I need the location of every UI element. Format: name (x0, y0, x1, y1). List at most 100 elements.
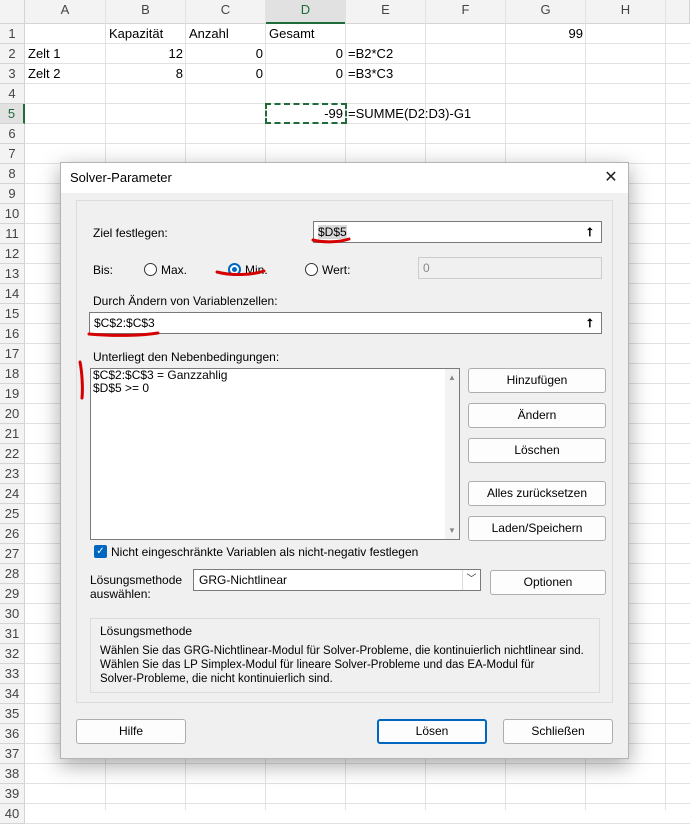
row-header-26[interactable]: 26 (0, 524, 25, 544)
change-button[interactable]: Ändern (468, 403, 606, 428)
row-header-6[interactable]: 6 (0, 124, 25, 144)
nonneg-label[interactable]: Nicht eingeschränkte Variablen als nicht… (111, 544, 418, 560)
cell-d3[interactable]: 0 (266, 64, 346, 84)
row-header-24[interactable]: 24 (0, 484, 25, 504)
solve-button[interactable]: Lösen (377, 719, 487, 744)
dialog-titlebar[interactable]: Solver-Parameter ✕ (61, 163, 628, 193)
cell-c2[interactable]: 0 (186, 44, 266, 64)
row-header-16[interactable]: 16 (0, 324, 25, 344)
row-header-30[interactable]: 30 (0, 604, 25, 624)
row-header-22[interactable]: 22 (0, 444, 25, 464)
close-icon[interactable]: ✕ (602, 169, 620, 187)
column-header-f[interactable]: F (426, 0, 506, 24)
row-header-37[interactable]: 37 (0, 744, 25, 764)
column-header-i[interactable] (666, 0, 690, 24)
load-save-button[interactable]: Laden/Speichern (468, 516, 606, 541)
cell-c1[interactable]: Anzahl (186, 24, 232, 44)
close-button[interactable]: Schließen (503, 719, 613, 744)
row-header-12[interactable]: 12 (0, 244, 25, 264)
column-header-d[interactable]: D (266, 0, 346, 24)
row-header-14[interactable]: 14 (0, 284, 25, 304)
column-header-b[interactable]: B (106, 0, 186, 24)
cell-d1[interactable]: Gesamt (266, 24, 318, 44)
column-header-h[interactable]: H (586, 0, 666, 24)
cell-b1[interactable]: Kapazität (106, 24, 166, 44)
row-header-13[interactable]: 13 (0, 264, 25, 284)
radio-value[interactable] (305, 263, 318, 276)
row-header-15[interactable]: 15 (0, 304, 25, 324)
row-header-18[interactable]: 18 (0, 364, 25, 384)
delete-button[interactable]: Löschen (468, 438, 606, 463)
row-header-34[interactable]: 34 (0, 684, 25, 704)
constraints-scrollbar[interactable]: ▲ ▼ (445, 369, 459, 539)
row-header-9[interactable]: 9 (0, 184, 25, 204)
row-header-35[interactable]: 35 (0, 704, 25, 724)
cell-b3[interactable]: 8 (106, 64, 186, 84)
reset-all-button[interactable]: Alles zurücksetzen (468, 481, 606, 506)
row-header-17[interactable]: 17 (0, 344, 25, 364)
variables-label: Durch Ändern von Variablenzellen: (93, 294, 278, 308)
row-header-5[interactable]: 5 (0, 104, 25, 124)
constraints-list[interactable]: $C$2:$C$3 = Ganzzahlig $D$5 >= 0 ▲ ▼ (90, 368, 460, 540)
row-header-36[interactable]: 36 (0, 724, 25, 744)
objective-label: Ziel festlegen: (93, 226, 168, 240)
add-button[interactable]: Hinzufügen (468, 368, 606, 393)
radio-min[interactable] (228, 263, 241, 276)
row-header-2[interactable]: 2 (0, 44, 25, 64)
scroll-up-icon[interactable]: ▲ (448, 373, 456, 382)
radio-min-label[interactable]: Min. (245, 262, 268, 278)
cell-e3[interactable]: =B3*C3 (345, 64, 396, 84)
objective-input[interactable]: $D$5 ⭡ (313, 221, 602, 243)
cell-g1[interactable]: 99 (506, 24, 586, 44)
radio-value-label[interactable]: Wert: (322, 262, 350, 278)
help-button[interactable]: Hilfe (76, 719, 186, 744)
column-header-g[interactable]: G (506, 0, 586, 24)
column-header-c[interactable]: C (186, 0, 266, 24)
cell-d2[interactable]: 0 (266, 44, 346, 64)
row-header-39[interactable]: 39 (0, 784, 25, 804)
scroll-down-icon[interactable]: ▼ (448, 526, 456, 535)
cell-a2[interactable]: Zelt 1 (25, 44, 64, 64)
options-button[interactable]: Optionen (490, 570, 606, 595)
row-header-28[interactable]: 28 (0, 564, 25, 584)
row-header-27[interactable]: 27 (0, 544, 25, 564)
objective-value: $D$5 (318, 225, 347, 239)
cell-b2[interactable]: 12 (106, 44, 186, 64)
constraints-label: Unterliegt den Nebenbedingungen: (93, 350, 280, 364)
column-header-a[interactable]: A (25, 0, 106, 24)
row-header-19[interactable]: 19 (0, 384, 25, 404)
row-header-20[interactable]: 20 (0, 404, 25, 424)
row-header-3[interactable]: 3 (0, 64, 25, 84)
row-header-11[interactable]: 11 (0, 224, 25, 244)
collapse-arrow-icon[interactable]: ⭡ (579, 313, 601, 333)
chevron-down-icon[interactable]: ﹀ (462, 570, 480, 590)
value-input[interactable]: 0 (418, 257, 602, 279)
collapse-arrow-icon[interactable]: ⭡ (579, 222, 601, 242)
row-header-4[interactable]: 4 (0, 84, 25, 104)
row-header-8[interactable]: 8 (0, 164, 25, 184)
row-header-32[interactable]: 32 (0, 644, 25, 664)
cell-c3[interactable]: 0 (186, 64, 266, 84)
row-header-25[interactable]: 25 (0, 504, 25, 524)
cell-a3[interactable]: Zelt 2 (25, 64, 64, 84)
row-header-31[interactable]: 31 (0, 624, 25, 644)
row-header-38[interactable]: 38 (0, 764, 25, 784)
radio-max-label[interactable]: Max. (161, 262, 187, 278)
row-header-23[interactable]: 23 (0, 464, 25, 484)
row-header-7[interactable]: 7 (0, 144, 25, 164)
method-select[interactable]: GRG-Nichtlinear ﹀ (193, 569, 481, 591)
row-header-21[interactable]: 21 (0, 424, 25, 444)
row-header-29[interactable]: 29 (0, 584, 25, 604)
select-all-corner[interactable] (0, 0, 25, 24)
cell-e5[interactable]: =SUMME(D2:D3)-G1 (345, 104, 474, 124)
row-header-10[interactable]: 10 (0, 204, 25, 224)
variables-input[interactable]: $C$2:$C$3 ⭡ (89, 312, 602, 334)
row-header-40[interactable]: 40 (0, 804, 25, 824)
radio-max[interactable] (144, 263, 157, 276)
column-header-e[interactable]: E (346, 0, 426, 24)
list-item[interactable]: $D$5 >= 0 (91, 382, 459, 395)
row-header-1[interactable]: 1 (0, 24, 25, 44)
row-header-33[interactable]: 33 (0, 664, 25, 684)
cell-e2[interactable]: =B2*C2 (345, 44, 396, 64)
nonneg-checkbox[interactable]: ✓ (94, 545, 107, 558)
